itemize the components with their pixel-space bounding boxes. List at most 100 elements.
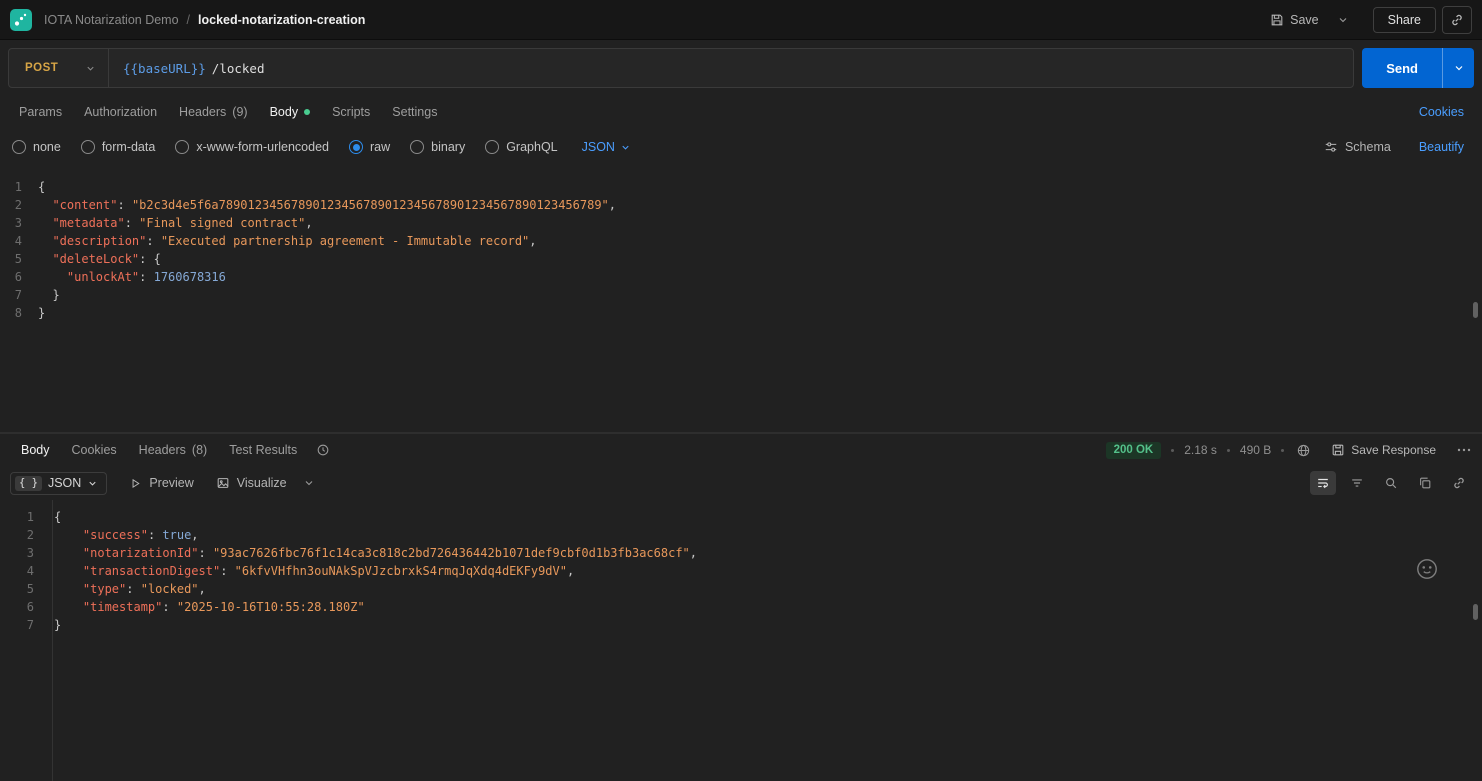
visualize-label: Visualize xyxy=(237,476,287,490)
code-text: } xyxy=(38,304,45,322)
cookies-link[interactable]: Cookies xyxy=(1409,105,1474,119)
link-button[interactable] xyxy=(1446,471,1472,495)
body-type-radio-raw[interactable]: raw xyxy=(349,140,390,154)
braces-icon: { } xyxy=(15,476,42,491)
body-type-radio-form-data[interactable]: form-data xyxy=(81,140,156,154)
wrap-text-button[interactable] xyxy=(1310,471,1336,495)
line-number: 7 xyxy=(0,286,38,304)
code-line: 7} xyxy=(0,616,1482,634)
send-options-button[interactable] xyxy=(1442,48,1474,88)
url-input[interactable]: {{baseURL}} /locked xyxy=(109,61,264,76)
response-size[interactable]: 490 B xyxy=(1240,443,1271,457)
body-type-radio-urlencoded[interactable]: x-www-form-urlencoded xyxy=(175,140,329,154)
url-container: POST {{baseURL}} /locked xyxy=(8,48,1354,88)
body-type-label-none: none xyxy=(33,140,61,154)
link-icon xyxy=(1450,13,1464,27)
code-text: "notarizationId": "93ac7626fbc76f1c14ca3… xyxy=(44,544,697,562)
body-type-radio-binary[interactable]: binary xyxy=(410,140,465,154)
response-tab-headers-count: (8) xyxy=(192,443,207,457)
raw-language-select[interactable]: JSON xyxy=(582,140,631,154)
code-text: { xyxy=(38,178,45,196)
response-editor-scrollbar[interactable] xyxy=(1473,604,1478,620)
app-logo-icon[interactable] xyxy=(10,9,32,31)
code-text: } xyxy=(38,286,60,304)
tab-body[interactable]: Body xyxy=(259,96,322,128)
save-options-button[interactable] xyxy=(1333,9,1353,31)
schema-label: Schema xyxy=(1345,140,1391,154)
code-line: 8} xyxy=(0,304,1482,322)
tab-settings-label: Settings xyxy=(392,105,437,119)
tab-authorization[interactable]: Authorization xyxy=(73,96,168,128)
response-tab-test-results[interactable]: Test Results xyxy=(218,434,308,466)
tab-params[interactable]: Params xyxy=(8,96,73,128)
code-text: "deleteLock": { xyxy=(38,250,161,268)
response-format-select[interactable]: { } JSON xyxy=(10,472,107,495)
response-history-button[interactable] xyxy=(308,443,338,457)
response-tab-body[interactable]: Body xyxy=(10,434,61,466)
breadcrumb-request-name[interactable]: locked-notarization-creation xyxy=(198,13,365,27)
schema-button[interactable]: Schema xyxy=(1324,140,1391,154)
view-options-button[interactable] xyxy=(303,477,315,489)
save-label: Save xyxy=(1290,13,1319,27)
body-type-radio-graphql[interactable]: GraphQL xyxy=(485,140,557,154)
filter-icon xyxy=(1350,476,1364,490)
preview-button[interactable]: Preview xyxy=(129,476,193,490)
request-tabs: Params Authorization Headers (9) Body Sc… xyxy=(0,96,1482,128)
method-select[interactable]: POST xyxy=(9,49,109,87)
network-info-button[interactable] xyxy=(1294,443,1313,458)
code-line: 1{ xyxy=(0,508,1482,526)
ellipsis-icon xyxy=(1456,442,1472,458)
response-toolbar: { } JSON Preview Visualize xyxy=(0,466,1482,500)
tab-scripts-label: Scripts xyxy=(332,105,370,119)
tab-headers-count: (9) xyxy=(232,105,247,119)
breadcrumb-workspace[interactable]: IOTA Notarization Demo xyxy=(44,13,179,27)
send-button[interactable]: Send xyxy=(1362,48,1442,88)
request-editor-scrollbar[interactable] xyxy=(1473,302,1478,318)
response-tab-headers[interactable]: Headers (8) xyxy=(128,434,219,466)
wrap-text-icon xyxy=(1316,476,1330,490)
tab-headers[interactable]: Headers (9) xyxy=(168,96,259,128)
save-response-button[interactable]: Save Response xyxy=(1331,443,1436,457)
request-bar: POST {{baseURL}} /locked Send xyxy=(0,40,1482,96)
copy-button[interactable] xyxy=(1412,471,1438,495)
tab-settings[interactable]: Settings xyxy=(381,96,448,128)
copy-link-button[interactable] xyxy=(1442,6,1472,34)
code-text: "unlockAt": 1760678316 xyxy=(38,268,226,286)
response-tabs: Body Cookies Headers (8) Test Results 20… xyxy=(0,434,1482,466)
sliders-icon xyxy=(1324,140,1338,154)
code-line: 5 "deleteLock": { xyxy=(0,250,1482,268)
radio-icon xyxy=(485,140,499,154)
response-tab-body-label: Body xyxy=(21,443,50,457)
status-badge[interactable]: 200 OK xyxy=(1106,442,1162,459)
beautify-button[interactable]: Beautify xyxy=(1419,140,1464,154)
code-line: 5 "type": "locked", xyxy=(0,580,1482,598)
body-modified-dot xyxy=(304,109,310,115)
preview-label: Preview xyxy=(149,476,193,490)
code-text: "timestamp": "2025-10-16T10:55:28.180Z" xyxy=(44,598,365,616)
response-more-button[interactable] xyxy=(1456,442,1472,458)
share-label: Share xyxy=(1388,13,1421,27)
search-button[interactable] xyxy=(1378,471,1404,495)
share-button[interactable]: Share xyxy=(1373,7,1436,33)
separator-dot xyxy=(1227,449,1230,452)
save-icon xyxy=(1270,13,1284,27)
gutter-divider xyxy=(52,500,53,781)
code-text: "transactionDigest": "6kfvVHfhn3ouNAkSpV… xyxy=(44,562,574,580)
response-body-editor[interactable]: 1{2 "success": true,3 "notarizationId": … xyxy=(0,500,1482,781)
response-meta: 200 OK 2.18 s 490 B Save Response xyxy=(1106,442,1472,459)
body-type-radio-none[interactable]: none xyxy=(12,140,61,154)
save-response-icon xyxy=(1331,443,1345,457)
save-button[interactable]: Save xyxy=(1262,8,1327,32)
radio-icon xyxy=(12,140,26,154)
visualize-button[interactable]: Visualize xyxy=(216,476,287,490)
code-text: "success": true, xyxy=(44,526,199,544)
response-time[interactable]: 2.18 s xyxy=(1184,443,1217,457)
code-line: 6 "unlockAt": 1760678316 xyxy=(0,268,1482,286)
response-tab-cookies[interactable]: Cookies xyxy=(61,434,128,466)
radio-icon xyxy=(81,140,95,154)
request-body-editor[interactable]: 1{2 "content": "b2c3d4e5f6a7890123456789… xyxy=(0,166,1482,433)
filter-button[interactable] xyxy=(1344,471,1370,495)
line-number: 6 xyxy=(0,598,44,616)
link-icon xyxy=(1452,476,1466,490)
tab-scripts[interactable]: Scripts xyxy=(321,96,381,128)
